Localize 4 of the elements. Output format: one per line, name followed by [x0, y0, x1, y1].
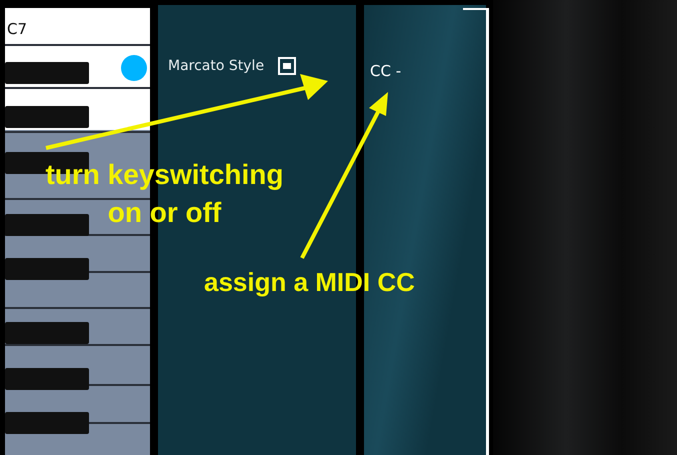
note-label: C7 — [7, 22, 28, 37]
annotation-text: assign a MIDI CC — [204, 266, 415, 299]
keyswitch-label: Marcato Style — [168, 58, 264, 74]
cc-assign-label[interactable]: CC - — [370, 62, 402, 80]
